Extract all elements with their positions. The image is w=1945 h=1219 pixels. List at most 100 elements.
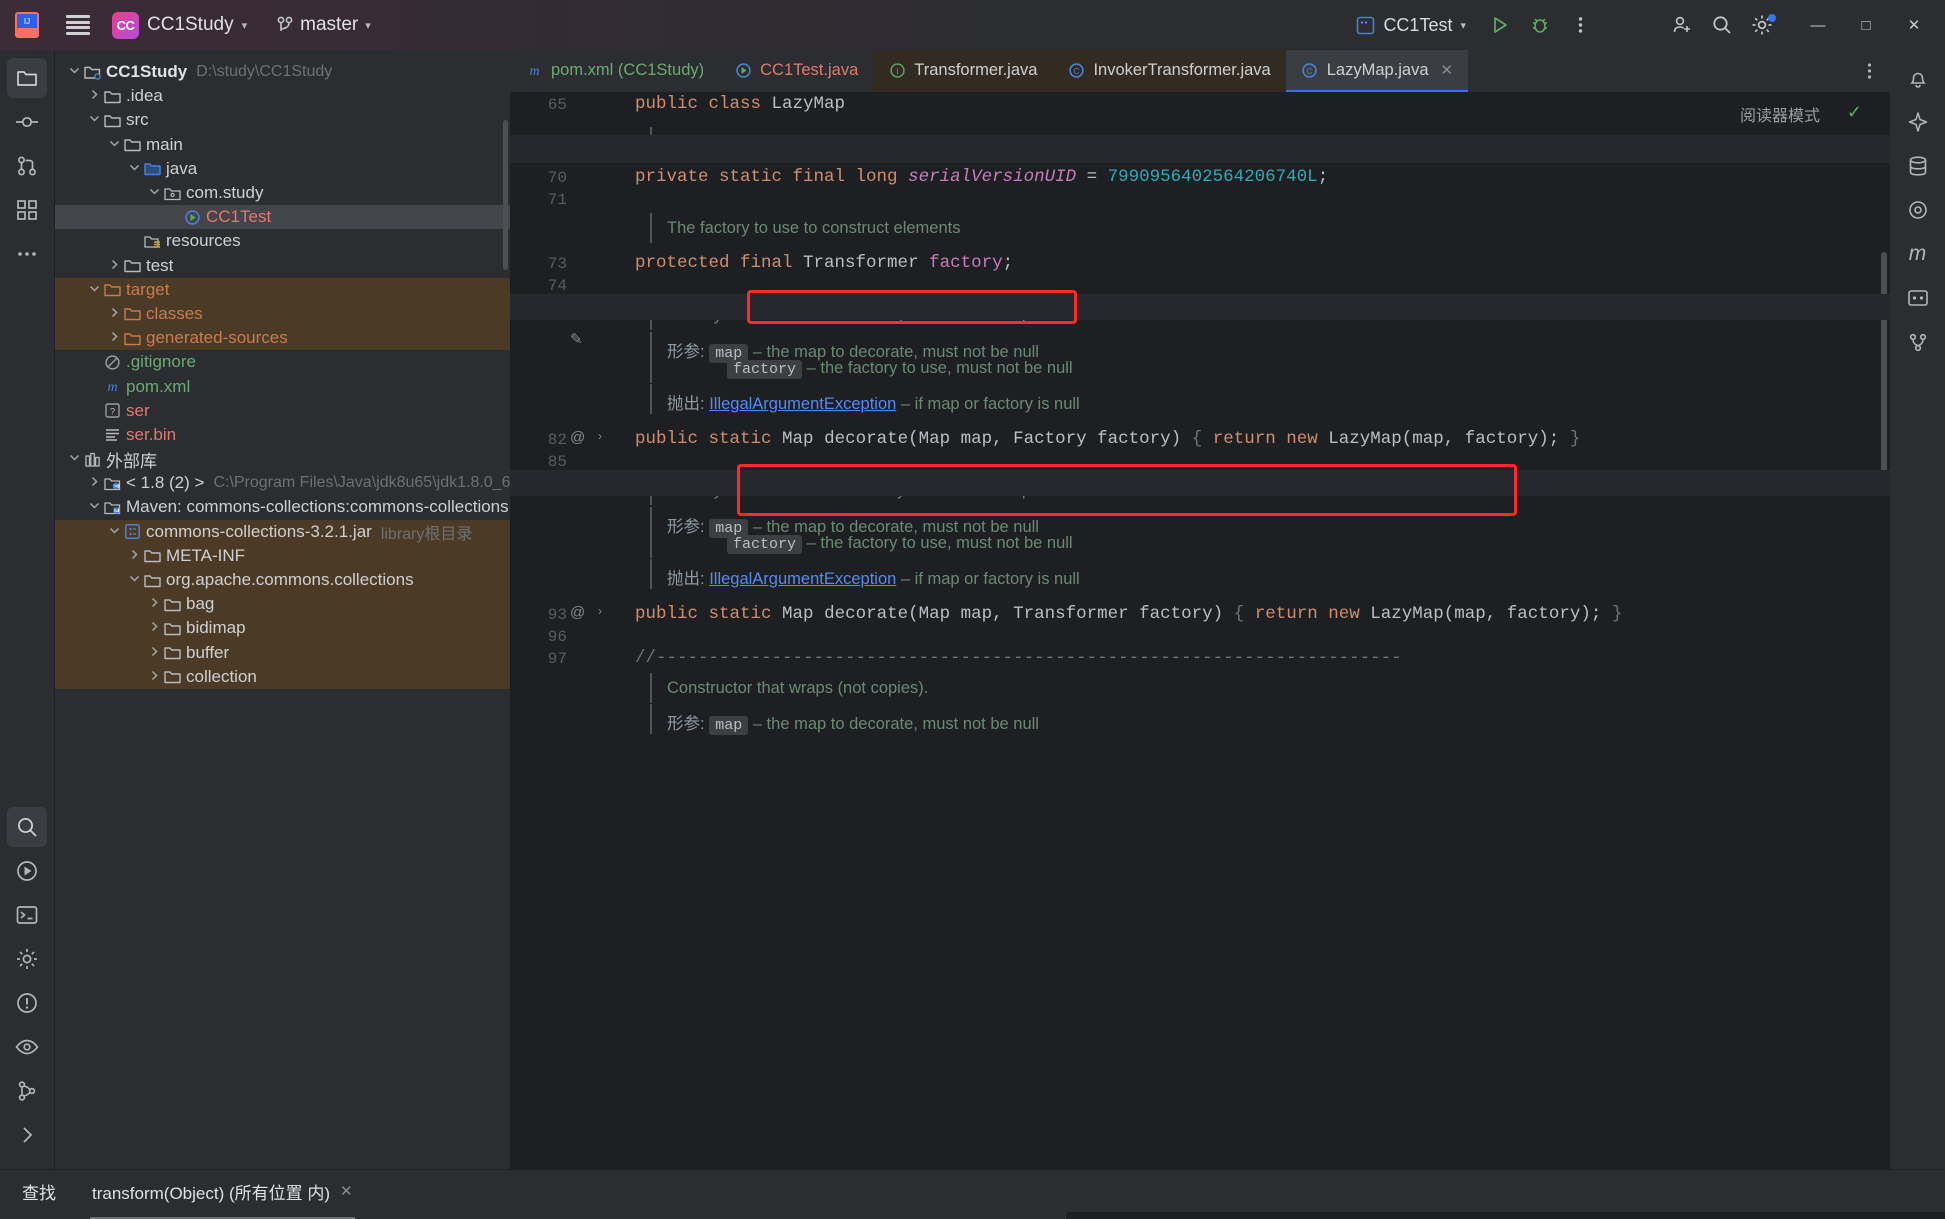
- tree-scrollbar[interactable]: [503, 120, 508, 270]
- tree-item-org-apache-commons-collections[interactable]: org.apache.commons.collections: [55, 567, 510, 593]
- gear-icon[interactable]: [1743, 8, 1781, 42]
- editor-tab-pom-xml-cc1study[interactable]: m pom.xml (CC1Study): [510, 50, 719, 92]
- tree-item-target[interactable]: target: [55, 277, 510, 302]
- tree-item-commons-collections-3-2-1-jar[interactable]: commons-collections-3.2.1.jar library根目录: [55, 519, 510, 544]
- tree-item-maven-commons-collections-commons-collections-3-2-1[interactable]: Maven: commons-collections:commons-colle…: [55, 495, 510, 519]
- more-tools-icon[interactable]: [7, 234, 47, 274]
- chevron-down-icon[interactable]: [125, 573, 143, 587]
- chevron-down-icon[interactable]: [65, 65, 83, 79]
- chevron-right-icon[interactable]: [145, 670, 163, 684]
- chevron-right-icon[interactable]: ›: [598, 429, 602, 443]
- tree-item-com-study[interactable]: com.study: [55, 181, 510, 205]
- run-configuration-selector[interactable]: CC1Test ▾: [1347, 11, 1475, 40]
- code-editor[interactable]: 65 70 71 73 74 82 85 93 96 97 ✎ @ @ › › public class L…: [510, 92, 1890, 1169]
- minimize-icon[interactable]: —: [1795, 0, 1841, 50]
- annotation-icon[interactable]: @: [570, 604, 585, 621]
- version-control-icon[interactable]: [7, 1071, 47, 1111]
- branch-selector[interactable]: master ▾: [269, 10, 379, 40]
- annotation-icon[interactable]: @: [570, 429, 585, 446]
- close-icon[interactable]: ✕: [1441, 61, 1454, 79]
- chevron-right-icon[interactable]: [85, 89, 103, 103]
- tree-item-classes[interactable]: classes: [55, 301, 510, 327]
- project-tool-icon[interactable]: [7, 58, 47, 98]
- tree-item-bidimap[interactable]: bidimap: [55, 616, 510, 641]
- chevron-right-icon[interactable]: [145, 621, 163, 635]
- pull-requests-icon[interactable]: [7, 146, 47, 186]
- tree-item-[interactable]: 外部库: [55, 447, 510, 471]
- settings-tool-icon[interactable]: [7, 939, 47, 979]
- chevron-down-icon[interactable]: [145, 186, 163, 200]
- problems-icon[interactable]: [7, 983, 47, 1023]
- ai-assistant-icon[interactable]: [1898, 102, 1938, 142]
- run-tool-icon[interactable]: [7, 851, 47, 891]
- terminal-icon[interactable]: [7, 895, 47, 935]
- tree-item-ser-bin[interactable]: ser.bin: [55, 423, 510, 447]
- run-icon[interactable]: [1481, 8, 1519, 42]
- tree-item-1-8-2[interactable]: < 1.8 (2) > C:\Program Files\Java\jdk8u65…: [55, 471, 510, 495]
- gradle-icon[interactable]: [1898, 278, 1938, 318]
- add-user-icon[interactable]: [1663, 8, 1701, 42]
- chevron-right-icon[interactable]: [125, 549, 143, 563]
- find-results-tree[interactable]: m ● transform(Object) /org.apache.common…: [58, 1212, 1065, 1219]
- tree-item-gitignore[interactable]: .gitignore: [55, 350, 510, 374]
- chevron-right-icon[interactable]: [105, 331, 123, 345]
- commit-tool-icon[interactable]: [7, 102, 47, 142]
- more-vertical-icon[interactable]: [1561, 8, 1599, 42]
- hamburger-menu-icon[interactable]: [66, 15, 90, 35]
- maximize-icon[interactable]: □: [1843, 0, 1889, 50]
- tree-item-cc1study[interactable]: CC1Study D:\study\CC1Study: [55, 60, 510, 84]
- inspection-ok-icon[interactable]: ✓: [1847, 102, 1862, 123]
- tree-item-java[interactable]: java: [55, 157, 510, 181]
- editor-tab-transformer-java[interactable]: I Transformer.java: [873, 50, 1053, 92]
- preview-icon[interactable]: [7, 1027, 47, 1067]
- project-tree[interactable]: CC1Study D:\study\CC1Study .idea src main jav…: [55, 50, 510, 689]
- database-icon[interactable]: [1898, 146, 1938, 186]
- plugins-icon[interactable]: [1898, 190, 1938, 230]
- chevron-down-icon[interactable]: [125, 162, 143, 176]
- tree-item-ser[interactable]: ? ser: [55, 399, 510, 423]
- chevron-right-icon[interactable]: [85, 476, 103, 490]
- maven-icon[interactable]: m: [1898, 234, 1938, 274]
- find-tool-icon[interactable]: [7, 807, 47, 847]
- chevron-down-icon[interactable]: [85, 113, 103, 127]
- project-selector[interactable]: CC CC1Study ▾: [104, 8, 255, 43]
- chevron-right-icon[interactable]: ›: [598, 604, 602, 618]
- editor-scrollbar[interactable]: [1881, 252, 1887, 482]
- tree-item-cc1test[interactable]: CC1Test: [55, 205, 510, 230]
- tree-item-main[interactable]: main: [55, 133, 510, 157]
- chevron-right-icon[interactable]: [145, 597, 163, 611]
- search-icon[interactable]: [1703, 8, 1741, 42]
- chevron-right-icon[interactable]: [105, 307, 123, 321]
- chevron-down-icon[interactable]: [85, 283, 103, 297]
- close-icon[interactable]: ✕: [1891, 0, 1937, 50]
- preview-code[interactable]: 152 }153 154 //-------------------------…: [1066, 1212, 1945, 1219]
- editor-tab-bar[interactable]: m pom.xml (CC1Study) CC1Test.java I Transfor…: [510, 50, 1890, 92]
- debug-icon[interactable]: [1521, 8, 1559, 42]
- chevron-right-icon[interactable]: [145, 646, 163, 660]
- tree-item-buffer[interactable]: buffer: [55, 640, 510, 665]
- close-icon[interactable]: ✕: [340, 1182, 353, 1200]
- editor-tab-lazymap-java[interactable]: C LazyMap.java ✕: [1285, 50, 1469, 92]
- reader-mode-label[interactable]: 阅读器模式: [1740, 102, 1820, 126]
- chevron-down-icon[interactable]: [105, 138, 123, 152]
- editor-tab-invokertransformer-java[interactable]: C InvokerTransformer.java: [1052, 50, 1286, 92]
- tree-item-collection[interactable]: collection: [55, 664, 510, 689]
- chevron-down-icon[interactable]: [105, 525, 123, 539]
- chevron-down-icon[interactable]: [85, 500, 103, 514]
- tree-item-resources[interactable]: resources: [55, 229, 510, 253]
- editor-code-area[interactable]: public class LazyMapSerialization versio…: [635, 92, 1890, 1169]
- more-vertical-icon[interactable]: [1848, 50, 1890, 92]
- tree-item-src[interactable]: src: [55, 108, 510, 132]
- editor-tab-cc1test-java[interactable]: CC1Test.java: [719, 50, 873, 92]
- javadoc-edit-icon[interactable]: ✎: [570, 330, 583, 348]
- editor-gutter[interactable]: 65 70 71 73 74 82 85 93 96 97 ✎ @ @ › ›: [510, 92, 635, 1169]
- bookmarks-icon[interactable]: [1898, 322, 1938, 362]
- chevron-down-icon[interactable]: [65, 452, 83, 466]
- tree-item-test[interactable]: test: [55, 254, 510, 278]
- tree-item-idea[interactable]: .idea: [55, 84, 510, 108]
- tree-item-generated-sources[interactable]: generated-sources: [55, 326, 510, 351]
- expand-icon[interactable]: [7, 1115, 47, 1155]
- find-result-tab[interactable]: transform(Object) (所有位置 内) ✕: [82, 1173, 363, 1219]
- tree-item-bag[interactable]: bag: [55, 592, 510, 617]
- structure-icon[interactable]: [7, 190, 47, 230]
